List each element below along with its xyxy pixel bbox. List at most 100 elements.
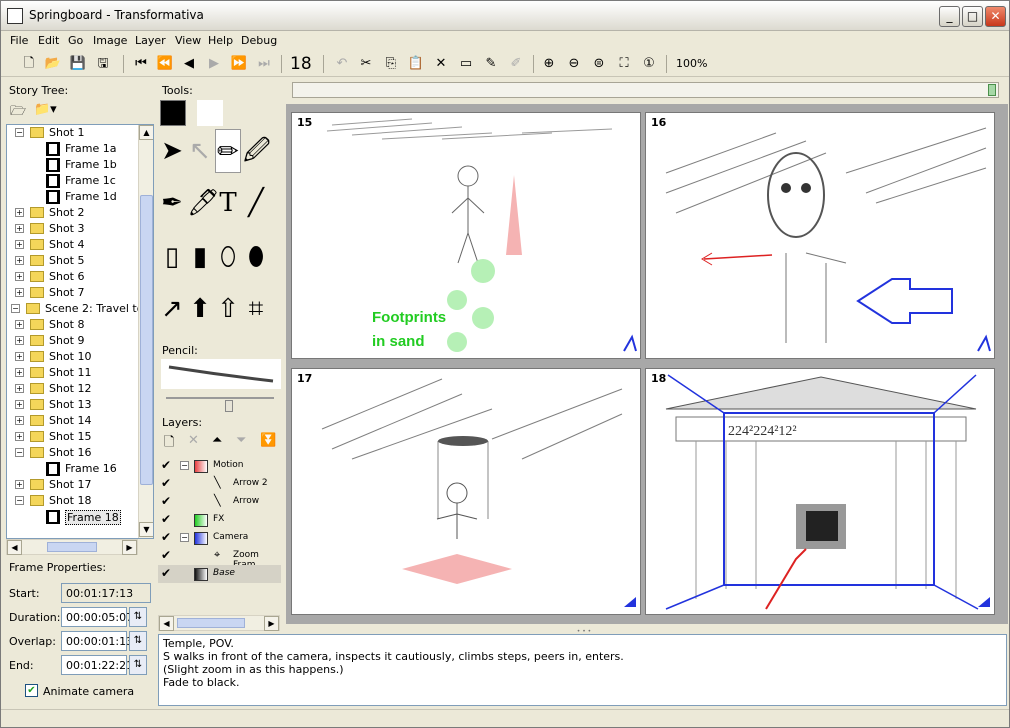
tree-folder-item[interactable]: + Shot 9 (7, 333, 153, 349)
frame-notes-textarea[interactable]: Temple, POV. S walks in front of the cam… (158, 634, 1007, 706)
expand-icon[interactable]: + (15, 400, 24, 409)
undo-icon[interactable]: ↶ (332, 54, 352, 74)
save-all-icon[interactable]: 🖫 (93, 54, 113, 74)
collapse-icon[interactable]: − (180, 533, 189, 542)
expand-icon[interactable]: + (15, 368, 24, 377)
layer-row[interactable]: ✔ Base (158, 565, 281, 583)
layer-down-icon[interactable]: ⏷ (236, 433, 246, 448)
tree-frame-item[interactable]: Frame 1c (7, 173, 153, 189)
layer-row[interactable]: ✔ − Motion (158, 457, 281, 475)
tree-folder-item[interactable]: + Shot 13 (7, 397, 153, 413)
close-button[interactable]: ✕ (985, 6, 1006, 27)
collapse-icon[interactable]: − (180, 461, 189, 470)
frame-16[interactable]: 16 (645, 112, 995, 359)
new-file-icon[interactable]: 🗋 (19, 54, 39, 74)
tree-folder-item[interactable]: − Shot 16 (7, 445, 153, 461)
tree-folder-item[interactable]: + Shot 2 (7, 205, 153, 221)
first-frame-icon[interactable]: ⏮ (131, 54, 151, 74)
brush-icon[interactable]: ✐ (506, 54, 526, 74)
ellipse-icon[interactable]: ⬯ (215, 235, 241, 279)
collapse-icon[interactable]: − (15, 448, 24, 457)
end-stepper[interactable]: ⇅ (129, 655, 147, 675)
visibility-check-icon[interactable]: ✔ (161, 512, 171, 526)
expand-icon[interactable]: + (15, 336, 24, 345)
layer-row[interactable]: ✔⌖Zoom Fram (158, 547, 281, 570)
filled-ellipse-icon[interactable]: ⬮ (243, 235, 269, 279)
layer-row[interactable]: ✔ FX (158, 511, 281, 529)
animate-camera-checkbox[interactable]: ✔ (25, 684, 38, 697)
delete-layer-icon[interactable]: ✕ (188, 433, 199, 448)
visibility-check-icon[interactable]: ✔ (161, 494, 171, 508)
menu-image[interactable]: Image (93, 34, 127, 47)
minimize-button[interactable]: _ (939, 6, 960, 27)
tree-folder-item[interactable]: + Shot 15 (7, 429, 153, 445)
menu-view[interactable]: View (175, 34, 201, 47)
tree-folder-item[interactable]: + Shot 3 (7, 221, 153, 237)
layer-row[interactable]: ✔ − Camera (158, 529, 281, 547)
expand-icon[interactable]: + (15, 432, 24, 441)
frame-17[interactable]: 17 (291, 368, 641, 615)
menu-edit[interactable]: Edit (38, 34, 59, 47)
next-frame-icon[interactable]: ▶ (204, 54, 224, 74)
visibility-check-icon[interactable]: ✔ (161, 566, 171, 580)
new-layer-icon[interactable]: 🗋 (164, 433, 174, 455)
scroll-down-icon[interactable]: ▼ (139, 522, 153, 537)
tree-scrollbar[interactable]: ▲ ▼ (138, 125, 153, 538)
camera-frame-icon[interactable]: ⌗ (243, 287, 269, 331)
zoom-reset-icon[interactable]: ⊜ (589, 54, 609, 74)
layers-hscroll-thumb[interactable] (177, 618, 245, 628)
tree-folder-item[interactable]: + Shot 5 (7, 253, 153, 269)
pen-icon[interactable]: ✒ (159, 181, 185, 225)
visibility-check-icon[interactable]: ✔ (161, 458, 171, 472)
expand-icon[interactable]: + (15, 288, 24, 297)
scroll-up-icon[interactable]: ▲ (139, 125, 153, 140)
tree-folder-item[interactable]: − Scene 2: Travel to the (7, 301, 153, 317)
pencil-edit-icon[interactable]: ✎ (481, 54, 501, 74)
tree-frame-item[interactable]: Frame 1a (7, 141, 153, 157)
tree-frame-item[interactable]: Frame 18 (7, 509, 153, 525)
filled-rectangle-icon[interactable]: ▮ (187, 235, 213, 279)
layers-scroll-right-icon[interactable]: ▶ (264, 616, 279, 631)
slider-thumb[interactable] (225, 400, 233, 412)
menu-layer[interactable]: Layer (135, 34, 166, 47)
tree-folder-item[interactable]: − Shot 18 (7, 493, 153, 509)
frame-icon[interactable]: ▭ (456, 54, 476, 74)
tree-frame-item[interactable]: Frame 16 (7, 461, 153, 477)
expand-icon[interactable]: + (15, 224, 24, 233)
overlap-stepper[interactable]: ⇅ (129, 631, 147, 651)
pencil-size-slider[interactable] (166, 397, 274, 399)
layers-hscrollbar[interactable]: ◀ ▶ (158, 615, 280, 631)
folder-menu-icon[interactable]: 📁▾ (34, 102, 64, 120)
tree-folder-item[interactable]: + Shot 4 (7, 237, 153, 253)
pointer-icon[interactable]: ↖ (187, 129, 213, 173)
zoom-in-icon[interactable]: ⊕ (539, 54, 559, 74)
menu-file[interactable]: File (10, 34, 28, 47)
tree-folder-item[interactable]: + Shot 11 (7, 365, 153, 381)
expand-icon[interactable]: + (15, 320, 24, 329)
story-tree[interactable]: − Shot 1 Frame 1a Frame 1b Frame 1c Frame 1d +… (6, 124, 154, 539)
duration-stepper[interactable]: ⇅ (129, 607, 147, 627)
hscroll-thumb[interactable] (47, 542, 97, 552)
last-frame-icon[interactable]: ⏭ (254, 54, 274, 74)
tree-folder-item[interactable]: + Shot 17 (7, 477, 153, 493)
eraser-icon[interactable]: 🖉 (243, 129, 271, 173)
menu-go[interactable]: Go (68, 34, 83, 47)
text-tool-icon[interactable]: T (215, 181, 241, 225)
bold-arrow-icon[interactable]: ⬆ (187, 287, 213, 331)
collapse-icon[interactable]: − (15, 496, 24, 505)
expand-icon[interactable]: + (15, 384, 24, 393)
tree-folder-item[interactable]: + Shot 8 (7, 317, 153, 333)
visibility-check-icon[interactable]: ✔ (161, 548, 171, 562)
scroll-thumb[interactable] (140, 195, 153, 485)
next-shot-icon[interactable]: ⏩ (229, 54, 249, 74)
layers-scroll-left-icon[interactable]: ◀ (159, 616, 174, 631)
cut-icon[interactable]: ✂ (356, 54, 376, 74)
prev-frame-icon[interactable]: ◀ (179, 54, 199, 74)
visibility-check-icon[interactable]: ✔ (161, 476, 171, 490)
thin-arrow-icon[interactable]: ↗ (159, 287, 185, 331)
frame-15[interactable]: 15 Footprints in sand (291, 112, 641, 359)
layer-row[interactable]: ✔ ╲ Arrow 2 (158, 475, 281, 493)
copy-icon[interactable]: ⎘ (381, 54, 401, 74)
pencil-icon[interactable]: ✏ (215, 129, 241, 173)
tree-folder-item[interactable]: − Shot 1 (7, 125, 153, 141)
